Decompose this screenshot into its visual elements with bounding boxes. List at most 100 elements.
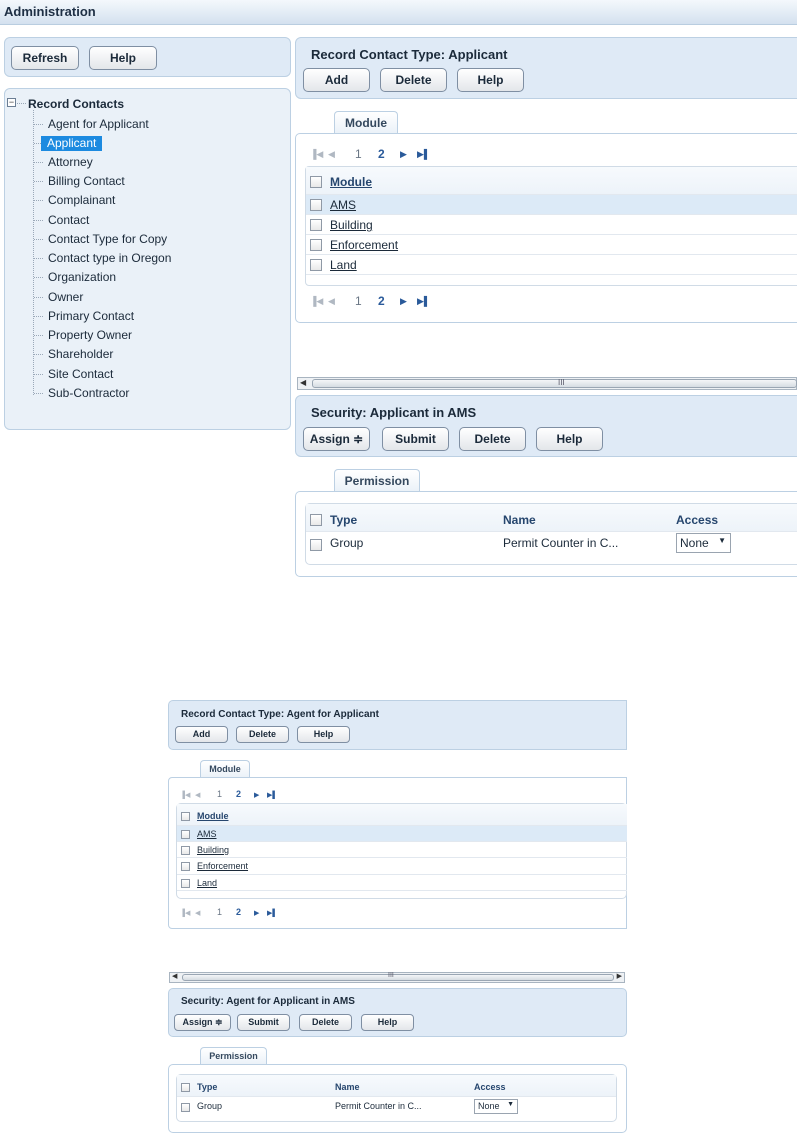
delete-button[interactable]: Delete bbox=[299, 1014, 352, 1031]
column-header-type[interactable]: Type bbox=[197, 1082, 217, 1092]
module-link[interactable]: Building bbox=[330, 218, 373, 232]
page-2[interactable]: 2 bbox=[236, 907, 241, 917]
tree-item[interactable]: Sub-Contractor bbox=[45, 386, 132, 401]
column-header-type[interactable]: Type bbox=[330, 513, 357, 527]
delete-button[interactable]: Delete bbox=[236, 726, 289, 743]
horizontal-scrollbar[interactable]: ◀ III bbox=[297, 377, 797, 390]
first-page-icon[interactable]: ▐◀ bbox=[180, 791, 190, 799]
horizontal-scrollbar-2[interactable]: ◀ III ▶ bbox=[169, 972, 625, 983]
first-page-icon[interactable]: ▐◀ bbox=[310, 296, 323, 307]
scroll-thumb[interactable]: III bbox=[312, 378, 797, 388]
row-checkbox[interactable] bbox=[181, 879, 190, 888]
module-link[interactable]: AMS bbox=[197, 829, 217, 839]
tree-item[interactable]: Shareholder bbox=[45, 347, 116, 362]
row-checkbox[interactable] bbox=[310, 219, 322, 231]
assign-dropdown-button[interactable]: Assign ≑ bbox=[174, 1014, 231, 1031]
last-page-icon[interactable]: ▶▌ bbox=[417, 296, 430, 307]
select-all-checkbox[interactable] bbox=[181, 1083, 190, 1092]
row-checkbox[interactable] bbox=[181, 862, 190, 871]
page-1[interactable]: 1 bbox=[217, 789, 222, 799]
next-page-icon[interactable]: ▶ bbox=[254, 791, 259, 799]
module-link[interactable]: Enforcement bbox=[197, 861, 248, 871]
delete-button[interactable]: Delete bbox=[459, 427, 526, 451]
help-button[interactable]: Help bbox=[297, 726, 350, 743]
submit-button[interactable]: Submit bbox=[382, 427, 449, 451]
first-page-icon[interactable]: ▐◀ bbox=[310, 149, 323, 160]
scroll-left-icon[interactable]: ◀ bbox=[300, 378, 306, 387]
scroll-thumb[interactable]: III bbox=[182, 972, 614, 981]
row-checkbox[interactable] bbox=[181, 830, 190, 839]
prev-page-icon[interactable]: ◀ bbox=[195, 909, 200, 917]
prev-page-icon[interactable]: ◀ bbox=[328, 296, 335, 307]
assign-dropdown-button[interactable]: Assign ≑ bbox=[303, 427, 370, 451]
select-all-checkbox[interactable] bbox=[181, 812, 190, 821]
row-checkbox[interactable] bbox=[310, 539, 322, 551]
scroll-right-icon[interactable]: ▶ bbox=[617, 972, 622, 980]
page-1[interactable]: 1 bbox=[355, 147, 362, 161]
tab-permission[interactable]: Permission bbox=[334, 469, 420, 492]
tree-item[interactable]: Agent for Applicant bbox=[45, 117, 152, 132]
tree-item[interactable]: Site Contact bbox=[45, 367, 116, 382]
collapse-icon[interactable]: − bbox=[7, 98, 16, 107]
prev-page-icon[interactable]: ◀ bbox=[328, 149, 335, 160]
tree-item[interactable]: Contact Type for Copy bbox=[45, 232, 170, 247]
last-page-icon[interactable]: ▶▌ bbox=[417, 149, 430, 160]
column-header-name[interactable]: Name bbox=[335, 1082, 360, 1092]
row-checkbox[interactable] bbox=[310, 259, 322, 271]
last-page-icon[interactable]: ▶▌ bbox=[267, 791, 277, 799]
page-1[interactable]: 1 bbox=[217, 907, 222, 917]
access-select[interactable]: None ▼ bbox=[676, 533, 731, 553]
row-checkbox[interactable] bbox=[310, 239, 322, 251]
module-link[interactable]: Land bbox=[330, 258, 357, 272]
add-button[interactable]: Add bbox=[303, 68, 370, 92]
column-header-name[interactable]: Name bbox=[503, 513, 536, 527]
row-checkbox[interactable] bbox=[181, 1103, 190, 1112]
first-page-icon[interactable]: ▐◀ bbox=[180, 909, 190, 917]
column-header-access[interactable]: Access bbox=[676, 513, 718, 527]
next-page-icon[interactable]: ▶ bbox=[400, 296, 407, 307]
tree-item[interactable]: Owner bbox=[45, 290, 86, 305]
select-all-checkbox[interactable] bbox=[310, 176, 322, 188]
tree-item[interactable]: Billing Contact bbox=[45, 174, 128, 189]
access-select[interactable]: None ▼ bbox=[474, 1099, 518, 1114]
tree-item[interactable]: Contact bbox=[45, 213, 92, 228]
select-all-checkbox[interactable] bbox=[310, 514, 322, 526]
tab-module-2[interactable]: Module bbox=[200, 760, 250, 778]
tree-item-selected[interactable]: Applicant bbox=[41, 136, 103, 151]
delete-button[interactable]: Delete bbox=[380, 68, 447, 92]
help-button[interactable]: Help bbox=[361, 1014, 414, 1031]
row-checkbox[interactable] bbox=[310, 199, 322, 211]
next-page-icon[interactable]: ▶ bbox=[254, 909, 259, 917]
page-2[interactable]: 2 bbox=[236, 789, 241, 799]
tab-permission-2[interactable]: Permission bbox=[200, 1047, 267, 1065]
next-page-icon[interactable]: ▶ bbox=[400, 149, 407, 160]
add-button[interactable]: Add bbox=[175, 726, 228, 743]
column-header-access[interactable]: Access bbox=[474, 1082, 506, 1092]
scroll-left-icon[interactable]: ◀ bbox=[172, 972, 177, 980]
tree-root-record-contacts[interactable]: Record Contacts bbox=[28, 97, 124, 111]
prev-page-icon[interactable]: ◀ bbox=[195, 791, 200, 799]
module-link[interactable]: Enforcement bbox=[330, 238, 398, 252]
tree-item[interactable]: Organization bbox=[45, 270, 119, 285]
tree-item[interactable]: Attorney bbox=[45, 155, 96, 170]
last-page-icon[interactable]: ▶▌ bbox=[267, 909, 277, 917]
tree-item[interactable]: Contact type in Oregon bbox=[45, 251, 174, 266]
help-button[interactable]: Help bbox=[89, 46, 157, 70]
page-2[interactable]: 2 bbox=[378, 294, 385, 308]
tree-item[interactable]: Primary Contact bbox=[45, 309, 137, 324]
page-1[interactable]: 1 bbox=[355, 294, 362, 308]
column-header-module[interactable]: Module bbox=[330, 175, 372, 189]
refresh-button[interactable]: Refresh bbox=[11, 46, 79, 70]
submit-button[interactable]: Submit bbox=[237, 1014, 290, 1031]
tab-module[interactable]: Module bbox=[334, 111, 398, 134]
column-header-module[interactable]: Module bbox=[197, 811, 229, 821]
module-link[interactable]: AMS bbox=[330, 198, 356, 212]
help-button[interactable]: Help bbox=[536, 427, 603, 451]
module-link[interactable]: Land bbox=[197, 878, 217, 888]
module-link[interactable]: Building bbox=[197, 845, 229, 855]
tree-item[interactable]: Complainant bbox=[45, 193, 118, 208]
page-2[interactable]: 2 bbox=[378, 147, 385, 161]
help-button[interactable]: Help bbox=[457, 68, 524, 92]
tree-item[interactable]: Property Owner bbox=[45, 328, 135, 343]
row-checkbox[interactable] bbox=[181, 846, 190, 855]
